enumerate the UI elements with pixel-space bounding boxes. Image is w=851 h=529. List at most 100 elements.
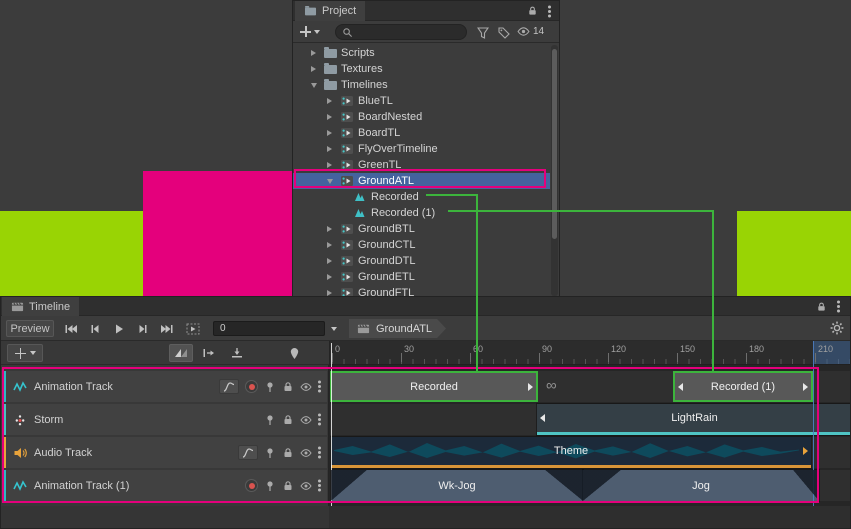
frame-field[interactable]: 0 (213, 321, 325, 336)
clip-recorded[interactable]: Recorded (330, 371, 538, 402)
tree-item-scripts[interactable]: Scripts (293, 45, 550, 61)
lock-track-icon[interactable] (282, 381, 294, 393)
chevron-down-icon[interactable] (327, 179, 336, 184)
mute-track-icon[interactable] (300, 414, 312, 426)
chevron-right-icon[interactable] (327, 226, 336, 232)
clip-edit-mode-ripple-button[interactable] (197, 344, 221, 362)
packages-visibility-button[interactable]: 14 (517, 25, 544, 38)
tree-item-boardtl[interactable]: BoardTL (293, 125, 550, 141)
clip-edit-mode-mix-button[interactable] (169, 344, 193, 362)
lock-track-icon[interactable] (282, 480, 294, 492)
clip-edit-mode-replace-button[interactable] (225, 344, 249, 362)
pin-track-icon[interactable] (264, 414, 276, 426)
chevron-right-icon[interactable] (327, 98, 336, 104)
tree-item-groundctl[interactable]: GroundCTL (293, 237, 550, 253)
breadcrumb[interactable]: GroundATL (349, 319, 446, 338)
tree-item-label: Recorded (371, 191, 419, 203)
curves-button[interactable] (219, 379, 239, 394)
create-asset-button[interactable] (300, 26, 320, 37)
search-by-type-button[interactable] (477, 26, 489, 44)
tree-item-timelines[interactable]: Timelines (293, 77, 550, 93)
go-to-start-button[interactable] (59, 320, 82, 337)
pin-track-icon[interactable] (264, 447, 276, 459)
chevron-right-icon[interactable] (327, 146, 336, 152)
tree-item-recorded-1[interactable]: Recorded (1) (293, 205, 550, 221)
clip-theme-audio[interactable]: Theme (331, 437, 811, 468)
mute-track-icon[interactable] (300, 447, 312, 459)
mute-track-icon[interactable] (300, 381, 312, 393)
go-to-end-button[interactable] (155, 320, 178, 337)
settings-gear-button[interactable] (830, 321, 844, 340)
frame-dropdown-icon[interactable] (331, 327, 337, 331)
tree-item-bluetl[interactable]: BlueTL (293, 93, 550, 109)
tab-project[interactable]: Project (295, 1, 365, 21)
track-header-animation-track[interactable]: Animation Track (3, 371, 327, 402)
chevron-right-icon[interactable] (327, 274, 336, 280)
curves-button[interactable] (238, 445, 258, 460)
project-tab-bar: Project (293, 1, 559, 21)
tree-item-groundbtl[interactable]: GroundBTL (293, 221, 550, 237)
tree-item-flyovertimeline[interactable]: FlyOverTimeline (293, 141, 550, 157)
play-button[interactable] (107, 320, 130, 337)
add-track-button[interactable] (7, 344, 43, 362)
search-input[interactable] (357, 27, 460, 38)
project-tab-label: Project (322, 5, 356, 17)
plus-icon (15, 348, 26, 359)
chevron-right-icon[interactable] (327, 242, 336, 248)
track-menu-icon[interactable] (318, 385, 321, 388)
record-button[interactable] (245, 479, 258, 492)
lock-track-icon[interactable] (282, 414, 294, 426)
track-header-animation-track-1[interactable]: Animation Track (1) (3, 470, 327, 501)
timeline-asset-icon (340, 270, 354, 284)
marker-visibility-button[interactable] (285, 344, 303, 362)
time-ruler[interactable]: 0 30 60 90 120 150 180 210 (329, 341, 851, 365)
project-scrollbar-thumb[interactable] (552, 49, 557, 239)
tree-item-textures[interactable]: Textures (293, 61, 550, 77)
window-lock-icon[interactable] (527, 5, 538, 17)
chevron-down-icon[interactable] (311, 83, 320, 88)
track-menu-icon[interactable] (318, 451, 321, 454)
mute-track-icon[interactable] (300, 480, 312, 492)
clip-recorded-1[interactable]: Recorded (1) (673, 371, 813, 402)
chevron-right-icon[interactable] (327, 258, 336, 264)
lock-track-icon[interactable] (282, 447, 294, 459)
window-lock-icon[interactable] (816, 301, 827, 313)
track-menu-icon[interactable] (318, 484, 321, 487)
tree-item-recorded[interactable]: Recorded (293, 189, 550, 205)
track-buttons (238, 437, 321, 468)
clip-wk-jog[interactable]: Wk-Jog (331, 470, 583, 501)
tree-item-groundetl[interactable]: GroundETL (293, 269, 550, 285)
tree-item-boardnested[interactable]: BoardNested (293, 109, 550, 125)
previous-frame-button[interactable] (83, 320, 106, 337)
chevron-right-icon[interactable] (327, 162, 336, 168)
chevron-right-icon[interactable] (311, 66, 320, 72)
tree-item-grounddtl[interactable]: GroundDTL (293, 253, 550, 269)
plus-icon (300, 26, 311, 37)
track-menu-icon[interactable] (318, 418, 321, 421)
pin-track-icon[interactable] (264, 381, 276, 393)
play-range-button[interactable] (181, 320, 204, 337)
record-button[interactable] (245, 380, 258, 393)
chevron-right-icon[interactable] (311, 50, 320, 56)
track-header-storm[interactable]: Storm (3, 404, 327, 435)
window-menu-icon[interactable] (837, 305, 840, 308)
clip-lightrain[interactable]: LightRain (537, 404, 851, 435)
tab-timeline[interactable]: Timeline (2, 297, 79, 316)
clip-jog[interactable]: Jog (583, 470, 819, 501)
project-scrollbar[interactable] (551, 45, 558, 296)
clip-edge-left-icon (540, 414, 545, 422)
search-icon (342, 27, 353, 38)
track-header-audio-track[interactable]: Audio Track (3, 437, 327, 468)
tree-item-groundatl[interactable]: GroundATL (293, 173, 550, 189)
animation-track-icon (13, 479, 27, 493)
chevron-right-icon[interactable] (327, 130, 336, 136)
track-buttons (245, 470, 321, 501)
chevron-right-icon[interactable] (327, 114, 336, 120)
tree-item-greentl[interactable]: GreenTL (293, 157, 550, 173)
pin-track-icon[interactable] (264, 480, 276, 492)
preview-toggle-button[interactable]: Preview (6, 320, 54, 337)
next-frame-button[interactable] (131, 320, 154, 337)
ripple-mode-icon (202, 347, 216, 359)
window-menu-icon[interactable] (548, 10, 551, 13)
search-by-label-button[interactable] (498, 26, 510, 44)
